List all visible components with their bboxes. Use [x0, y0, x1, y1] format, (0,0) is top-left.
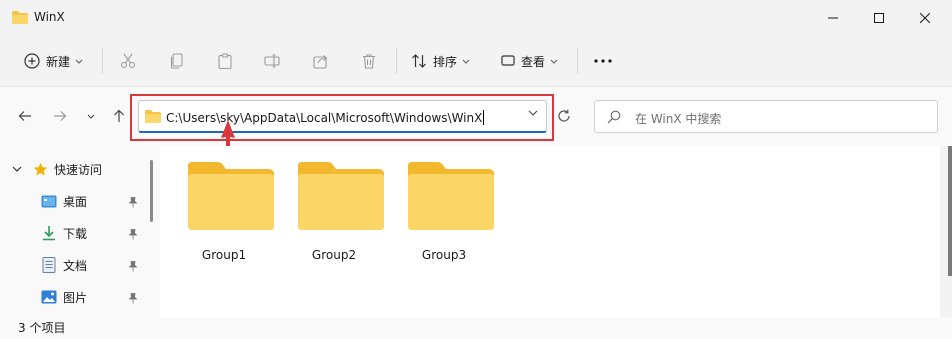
share-icon — [313, 55, 328, 69]
sidebar-item-quick-access[interactable]: 快速访问 — [12, 156, 102, 182]
rename-icon — [264, 54, 280, 68]
maximize-button[interactable] — [856, 0, 902, 36]
minimize-icon — [828, 17, 838, 19]
address-path: C:\Users\sky\AppData\Local\Microsoft\Win… — [166, 110, 485, 125]
sidebar-item-label: 图片 — [63, 290, 88, 305]
folder-icon — [298, 162, 384, 230]
window-title: WinX — [34, 10, 65, 24]
pin-icon — [128, 197, 138, 208]
up-button[interactable] — [108, 105, 130, 127]
close-button[interactable] — [902, 0, 948, 36]
copy-icon — [170, 53, 183, 69]
sidebar-item-documents[interactable]: 文档 — [41, 252, 87, 278]
download-icon — [43, 226, 55, 241]
divider — [102, 48, 103, 74]
chevron-down-icon — [462, 59, 470, 64]
navigation-bar: C:\Users\sky\AppData\Local\Microsoft\Win… — [0, 86, 952, 146]
view-button[interactable]: 查看 — [501, 48, 558, 74]
document-icon — [42, 257, 56, 273]
forward-button[interactable] — [49, 105, 71, 127]
folder-item[interactable]: Group1 — [174, 160, 274, 270]
back-button[interactable] — [14, 105, 36, 127]
arrow-left-icon — [18, 111, 31, 121]
sort-label: 排序 — [433, 54, 458, 69]
maximize-icon — [874, 13, 884, 23]
chevron-down-icon — [550, 59, 558, 64]
paste-button[interactable] — [217, 48, 233, 74]
folder-name: Group2 — [311, 248, 357, 262]
new-label: 新建 — [46, 54, 71, 69]
folder-name: Group3 — [421, 248, 467, 262]
sidebar-item-label: 下载 — [63, 226, 88, 241]
search-icon — [607, 110, 621, 124]
sidebar-item-desktop[interactable]: 桌面 — [41, 188, 87, 214]
search-input[interactable]: 在 WinX 中搜索 — [594, 100, 938, 133]
sidebar-item-label: 文档 — [63, 258, 88, 273]
folder-item[interactable]: Group3 — [394, 160, 494, 270]
divider — [396, 48, 397, 74]
title-bar: WinX — [0, 0, 952, 36]
sidebar-item-label: 快速访问 — [54, 162, 103, 177]
main-scrollbar[interactable] — [948, 146, 952, 276]
trash-icon — [363, 54, 375, 69]
chevron-down-icon — [75, 59, 83, 64]
sidebar-item-label: 桌面 — [63, 194, 88, 209]
close-icon — [920, 13, 930, 23]
folder-icon — [408, 162, 494, 230]
command-bar: 新建 排序 查看 — [0, 36, 952, 86]
desktop-icon — [41, 195, 57, 207]
sort-icon — [412, 54, 426, 68]
folder-item[interactable]: Group2 — [284, 160, 384, 270]
navigation-pane: 快速访问 桌面 下载 文档 图片 — [0, 146, 160, 317]
folder-icon — [145, 110, 161, 123]
divider — [577, 48, 578, 74]
picture-icon — [41, 290, 57, 304]
refresh-icon — [558, 109, 570, 122]
sidebar-scrollbar[interactable] — [150, 160, 153, 222]
delete-button[interactable] — [361, 48, 377, 74]
chevron-down-icon — [87, 114, 95, 119]
minimize-button[interactable] — [810, 0, 856, 36]
folder-icon — [12, 11, 28, 24]
share-button[interactable] — [313, 48, 329, 74]
arrow-right-icon — [54, 111, 67, 121]
chevron-down-icon[interactable] — [528, 110, 538, 116]
sort-button[interactable]: 排序 — [411, 48, 470, 74]
copy-button[interactable] — [169, 48, 185, 74]
clipboard-icon — [218, 53, 232, 69]
status-bar: 3 个项目 — [0, 317, 952, 339]
rename-button[interactable] — [264, 48, 280, 74]
sidebar-item-pictures[interactable]: 图片 — [41, 284, 87, 310]
pin-icon — [128, 261, 138, 272]
item-count: 3 个项目 — [18, 321, 66, 335]
folder-icon — [188, 162, 274, 230]
star-icon — [33, 162, 48, 176]
more-button[interactable] — [594, 48, 612, 74]
arrow-up-icon — [114, 109, 124, 122]
folder-name: Group1 — [201, 248, 247, 262]
more-icon — [594, 59, 612, 63]
sidebar-item-downloads[interactable]: 下载 — [41, 220, 87, 246]
view-label: 查看 — [521, 54, 546, 69]
new-button[interactable]: 新建 — [24, 48, 83, 74]
scissors-icon — [120, 53, 136, 69]
recent-locations-button[interactable] — [80, 105, 102, 127]
file-list: Group1 Group2 Group3 — [160, 146, 940, 317]
cut-button[interactable] — [120, 48, 136, 74]
view-icon — [501, 55, 515, 66]
pin-icon — [128, 293, 138, 304]
plus-circle-icon — [24, 53, 40, 69]
search-placeholder: 在 WinX 中搜索 — [635, 112, 722, 126]
pin-icon — [128, 229, 138, 240]
address-bar[interactable]: C:\Users\sky\AppData\Local\Microsoft\Win… — [138, 100, 547, 133]
refresh-button[interactable] — [553, 105, 575, 127]
chevron-down-icon — [12, 166, 22, 172]
